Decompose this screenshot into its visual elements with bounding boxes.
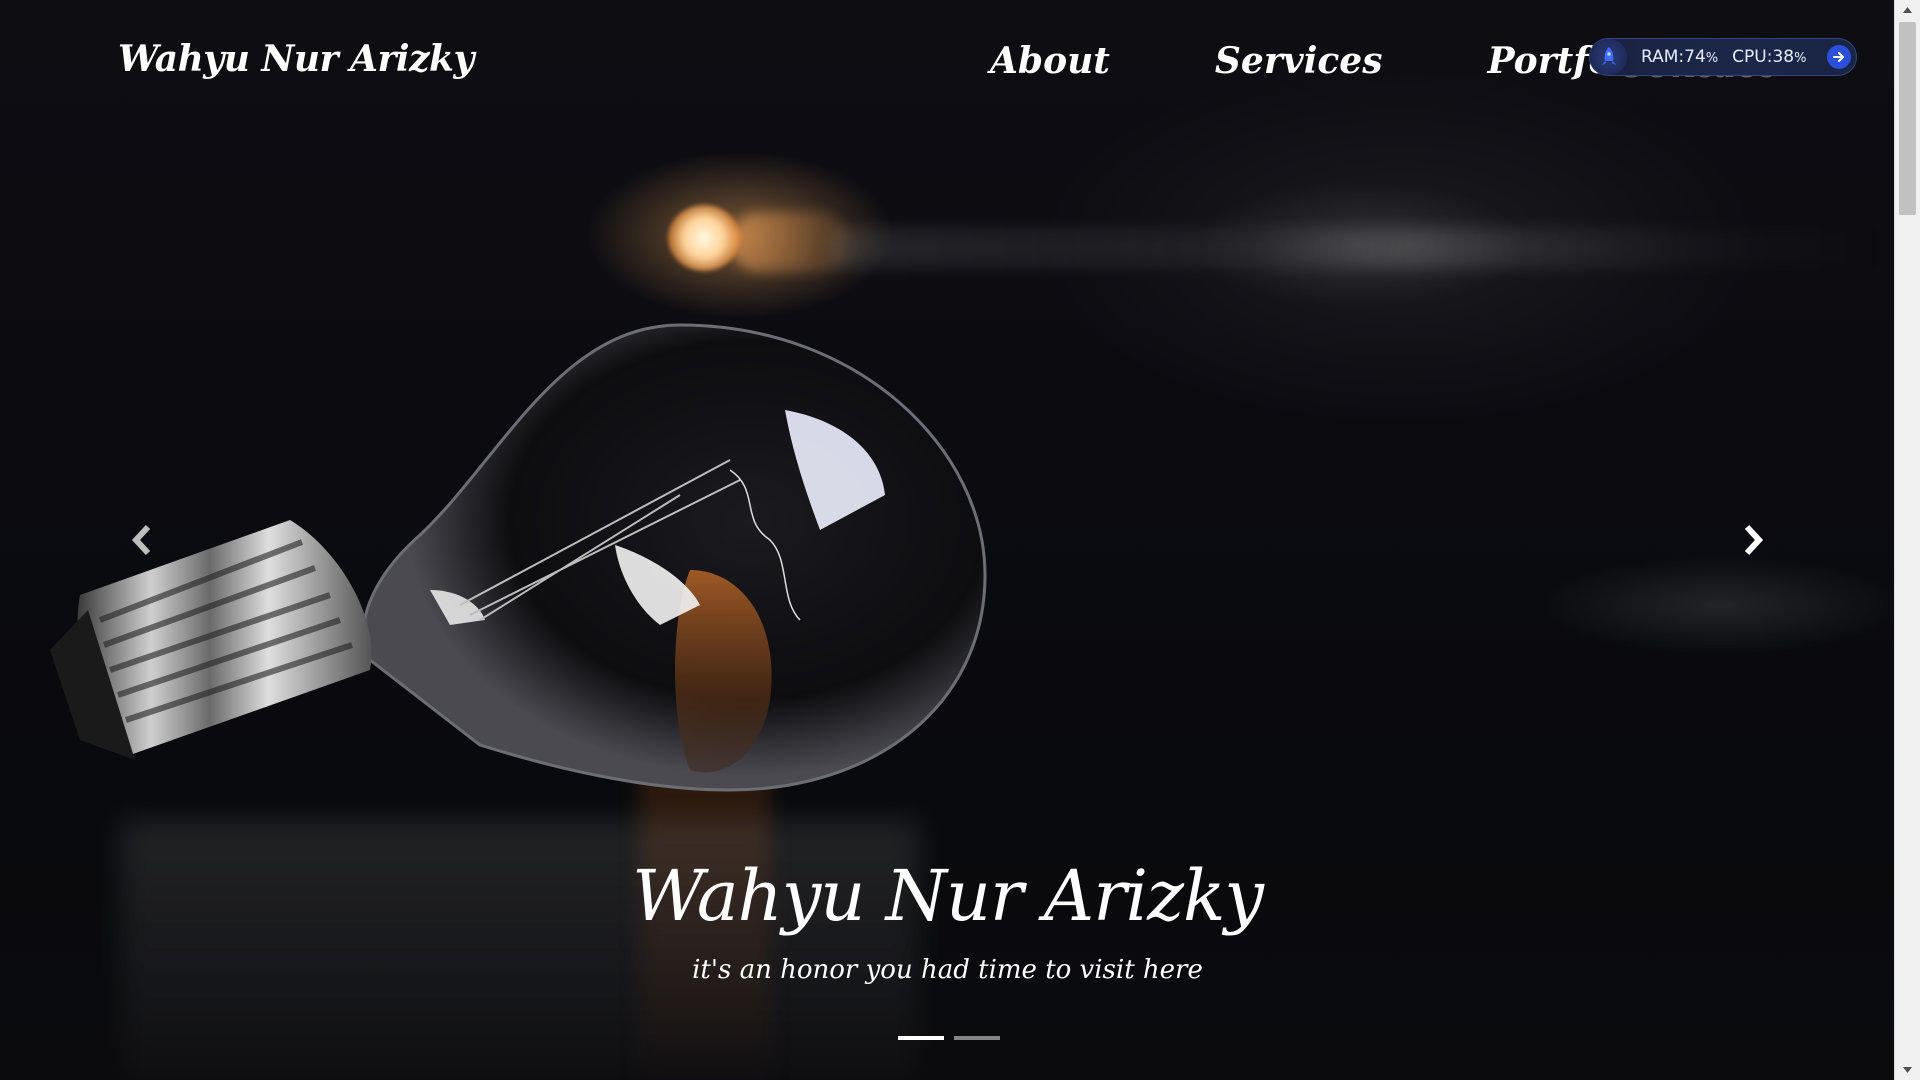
scroll-up-button[interactable] [1895,0,1920,20]
arrow-right-icon[interactable] [1827,45,1851,69]
carousel-next-button[interactable] [1733,518,1773,562]
rocket-icon [1591,39,1627,75]
cpu-value: 38 [1772,47,1795,67]
caret-down-icon [1903,1067,1912,1073]
carousel-prev-button[interactable] [122,518,162,562]
ram-percent: % [1705,51,1719,66]
brand-logo[interactable]: Wahyu Nur Arizky [118,38,474,80]
carousel-caption-title: Wahyu Nur Arizky [632,855,1264,937]
chevron-left-icon [131,524,151,556]
caret-up-icon [1903,7,1912,13]
ram-label: RAM: [1641,47,1685,67]
glow-tail [730,212,850,272]
ram-value: 74 [1684,47,1706,67]
bokeh-light [668,205,740,271]
light-bulb-image [50,323,987,792]
light-streak [830,228,1890,268]
cpu-percent: % [1794,51,1807,66]
carousel-caption-subtitle: it's an honor you had time to visit here [692,955,1203,985]
carousel-indicators [898,1036,1000,1040]
carousel-indicator-2[interactable] [954,1036,1000,1040]
nav-link-services[interactable]: Services [1215,40,1433,82]
nav-link-about[interactable]: About [990,40,1160,82]
scrollbar-thumb[interactable] [1899,22,1916,215]
vertical-scrollbar[interactable] [1894,0,1920,1080]
cpu-label: CPU: [1732,47,1773,67]
carousel-indicator-1[interactable] [898,1036,944,1040]
system-monitor-widget[interactable]: RAM:74% CPU:38% [1589,38,1857,76]
chevron-right-icon [1744,524,1764,556]
hero-carousel: Contact Wahyu Nur Arizky About Services … [0,0,1895,1080]
ram-usage: RAM:74% [1641,47,1718,67]
cpu-usage: CPU:38% [1732,47,1806,67]
scroll-down-button[interactable] [1895,1060,1920,1080]
